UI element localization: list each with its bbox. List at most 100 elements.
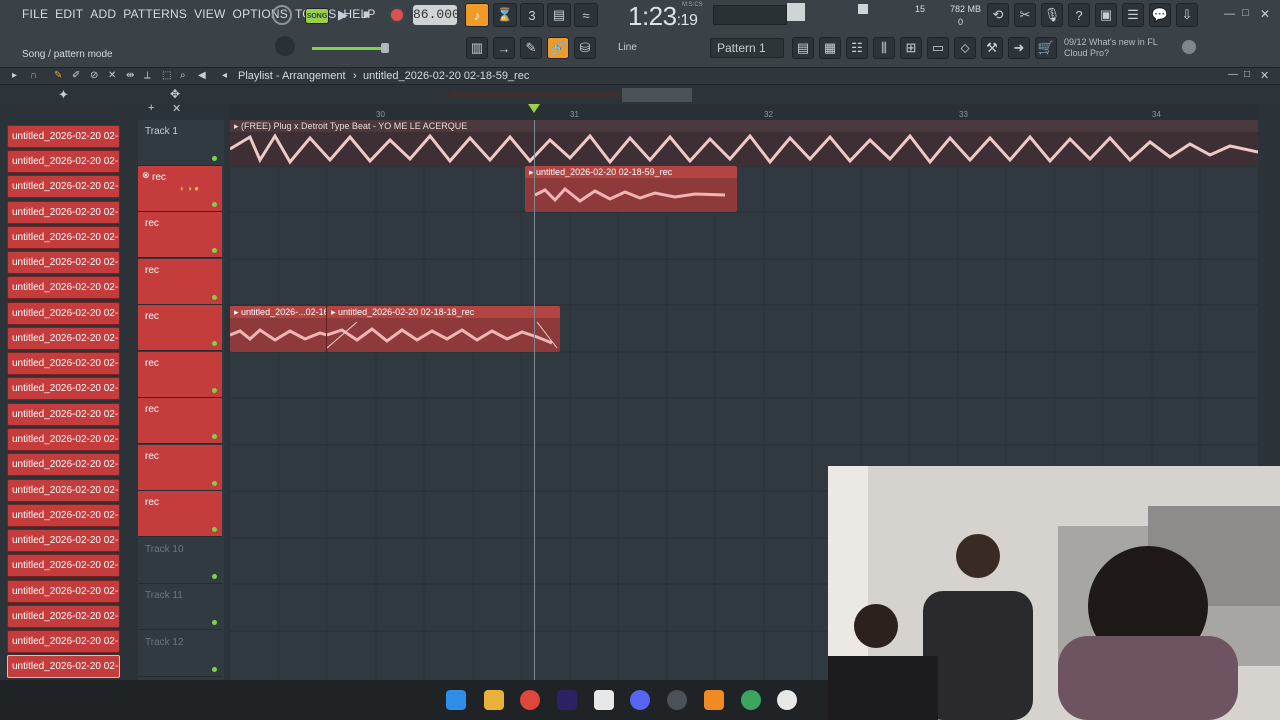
add-track-icon[interactable]: +	[148, 102, 154, 114]
channel-rack-icon[interactable]: ☷	[846, 37, 868, 59]
master-volume-knob[interactable]	[275, 36, 295, 56]
settings-gear-icon[interactable]	[1182, 40, 1196, 54]
playlist-minimize-icon[interactable]: —	[1228, 69, 1238, 80]
track-enable-led[interactable]	[212, 202, 217, 207]
track-header[interactable]: rec	[138, 212, 222, 258]
pencil-icon[interactable]: ✎	[520, 37, 542, 59]
pattern-item[interactable]: untitled_2026-02-20 02-...	[7, 201, 120, 224]
pattern-item-selected[interactable]: untitled_2026-02-20 02-...	[7, 655, 120, 678]
snap-selector[interactable]: Line	[618, 42, 637, 53]
pattern-item[interactable]: untitled_2026-02-20 02-...	[7, 554, 120, 577]
fl-studio-icon[interactable]	[704, 690, 724, 710]
master-volume-handle[interactable]	[381, 43, 389, 53]
track-move-icon[interactable]: ✥	[170, 87, 180, 101]
tempo-display[interactable]: 86.000	[413, 5, 460, 25]
obs-icon[interactable]	[667, 690, 687, 710]
pattern-item[interactable]: untitled_2026-02-20 02-...	[7, 580, 120, 603]
playhead-marker[interactable]	[528, 104, 540, 113]
discord-icon[interactable]	[630, 690, 650, 710]
track-header[interactable]: rec	[138, 398, 222, 444]
audio-clip-rec-2a[interactable]: ▸ untitled_2026-...02-16	[230, 306, 327, 352]
browser-icon[interactable]: ⊞	[900, 37, 922, 59]
master-volume-slider[interactable]	[312, 47, 386, 50]
pattern-item[interactable]: untitled_2026-02-20 02-...	[7, 504, 120, 527]
track-enable-led[interactable]	[212, 341, 217, 346]
master-pitch-knob[interactable]	[272, 5, 292, 25]
pattern-item[interactable]: untitled_2026-02-20 02-...	[7, 479, 120, 502]
step-edit-icon[interactable]: ▤	[547, 3, 571, 27]
undo-icon[interactable]: ⟲	[987, 3, 1009, 27]
menu-view[interactable]: VIEW	[194, 7, 225, 37]
pattern-item[interactable]: untitled_2026-02-20 02-...	[7, 605, 120, 628]
wait-for-input-icon[interactable]: ⌛	[493, 3, 517, 27]
mixer-view-icon[interactable]: ⫼	[873, 37, 895, 59]
plugin-db-icon[interactable]: ▭	[927, 37, 949, 59]
pattern-item[interactable]: untitled_2026-02-20 02-...	[7, 327, 120, 350]
file-explorer-icon[interactable]	[484, 690, 504, 710]
track-enable-led[interactable]	[212, 295, 217, 300]
chat-icon[interactable]: 💬	[1149, 3, 1171, 27]
pattern-selector[interactable]: Pattern 1	[710, 38, 784, 58]
paint-tool-icon[interactable]: ✐	[72, 70, 80, 81]
track-header[interactable]: Track 10	[138, 538, 222, 584]
pattern-item[interactable]: untitled_2026-02-20 02-...	[7, 428, 120, 451]
audio-clip-beat[interactable]: ▸ (FREE) Plug x Detroit Type Beat - YO M…	[230, 120, 1258, 166]
pattern-picker-icon[interactable]: ✦	[58, 87, 69, 103]
stamp-icon[interactable]: ⛁	[574, 37, 596, 59]
audio-clip-rec-1[interactable]: ▸ untitled_2026-02-20 02-18-59_rec	[525, 166, 737, 212]
playlist-scroll-thumb[interactable]	[622, 88, 692, 102]
mixer-icon[interactable]: ☰	[1122, 3, 1144, 27]
select-tool-icon[interactable]: ⬚	[162, 70, 171, 81]
touch-icon[interactable]: ➜	[1008, 37, 1030, 59]
track-header[interactable]: rec	[138, 352, 222, 398]
tool-icon[interactable]: ⚒	[981, 37, 1003, 59]
capcut-icon[interactable]	[594, 690, 614, 710]
piano-roll-icon[interactable]: ▥	[466, 37, 488, 59]
microphone-icon[interactable]: 🎙	[1041, 3, 1063, 27]
pattern-item[interactable]: untitled_2026-02-20 02-...	[7, 630, 120, 653]
playlist-maximize-icon[interactable]: □	[1244, 69, 1250, 80]
remove-track-icon[interactable]: ✕	[172, 102, 181, 115]
pattern-item[interactable]: untitled_2026-02-20 02-...	[7, 529, 120, 552]
track-header[interactable]: rec	[138, 305, 222, 351]
maximize-icon[interactable]: □	[1242, 7, 1249, 19]
pattern-item[interactable]: untitled_2026-02-20 02-...	[7, 276, 120, 299]
slip-tool-icon[interactable]: ⇹	[126, 70, 134, 81]
close-icon[interactable]: ✕	[1260, 7, 1270, 21]
piano-roll-view-icon[interactable]: ▦	[819, 37, 841, 59]
menu-patterns[interactable]: PATTERNS	[123, 7, 187, 37]
record-arm-icon[interactable]: ⊗	[142, 170, 150, 181]
pattern-item[interactable]: untitled_2026-02-20 02-...	[7, 150, 120, 173]
menu-add[interactable]: ADD	[90, 7, 116, 37]
track-header[interactable]: rec ⊗ ◐ ◑ ●	[138, 166, 222, 212]
track-enable-led[interactable]	[212, 248, 217, 253]
track-header[interactable]: rec	[138, 491, 222, 537]
playlist-menu-arrow-icon[interactable]: ◂	[222, 70, 227, 81]
zoom-tool-icon[interactable]: ⌕	[180, 70, 186, 81]
playlist-arrow-icon[interactable]: ▸	[12, 70, 17, 81]
chrome-profile-icon[interactable]	[741, 690, 761, 710]
playback-tool-icon[interactable]: ◀	[198, 70, 206, 81]
delete-tool-icon[interactable]: ⊘	[90, 70, 98, 81]
track-header[interactable]: rec	[138, 445, 222, 491]
pattern-item[interactable]: untitled_2026-02-20 02-...	[7, 251, 120, 274]
blend-notes-icon[interactable]: ≈	[574, 3, 598, 27]
menu-help[interactable]: HELP	[343, 7, 375, 37]
menu-edit[interactable]: EDIT	[55, 7, 83, 37]
track-enable-led[interactable]	[212, 667, 217, 672]
download-icon[interactable]: ⇩	[1176, 3, 1198, 27]
news-panel[interactable]: 09/12 What's new in FL Cloud Pro?	[1064, 37, 1158, 59]
track-enable-led[interactable]	[212, 527, 217, 532]
save-icon[interactable]: ▣	[1095, 3, 1117, 27]
track-buttons-icon[interactable]: ◐ ◑ ●	[180, 184, 199, 193]
premiere-icon[interactable]	[557, 690, 577, 710]
track-header[interactable]: Track 1	[138, 120, 222, 166]
playlist-close-icon[interactable]: ✕	[1260, 69, 1269, 82]
track-enable-led[interactable]	[212, 434, 217, 439]
track-header[interactable]: Track 12	[138, 631, 222, 677]
chrome-icon[interactable]	[520, 690, 540, 710]
track-enable-led[interactable]	[212, 620, 217, 625]
stop-button[interactable]: ■	[363, 7, 370, 21]
audio-clip-rec-2b[interactable]: ▸ untitled_2026-02-20 02-18-18_rec	[327, 306, 560, 352]
arrow-icon[interactable]: →	[493, 37, 515, 59]
